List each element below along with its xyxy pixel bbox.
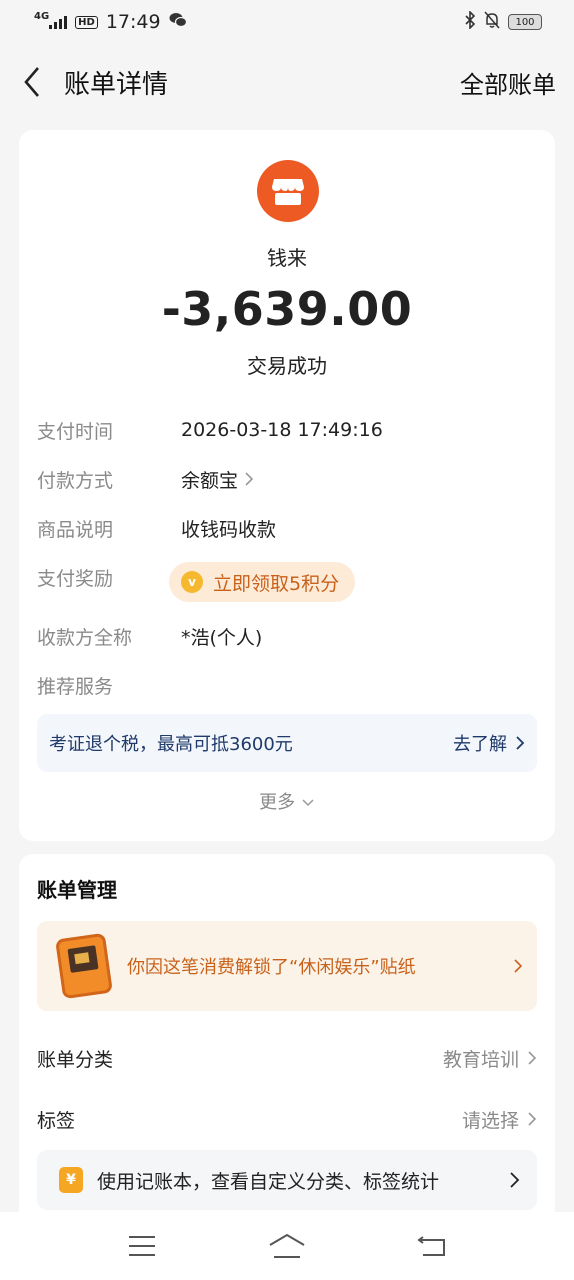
- home-button[interactable]: [257, 1226, 317, 1266]
- reward-label: 立即领取5积分: [213, 572, 340, 595]
- detail-label: 付款方式: [37, 469, 114, 492]
- chevron-down-icon: [302, 799, 314, 807]
- tax-banner-text: 考证退个税，最高可抵3600元: [49, 734, 293, 755]
- detail-row-recommended: 推荐服务: [37, 670, 537, 700]
- detail-row-pay-method[interactable]: 付款方式 余额宝: [37, 464, 537, 494]
- points-coin-icon: v: [181, 571, 203, 593]
- store-icon: [272, 179, 304, 205]
- back-nav-button[interactable]: [402, 1226, 462, 1266]
- tax-refund-banner[interactable]: 考证退个税，最高可抵3600元 去了解: [37, 714, 537, 772]
- detail-value: *浩(个人): [181, 626, 263, 649]
- tag-label: 标签: [37, 1109, 76, 1132]
- chevron-right-icon: [516, 736, 525, 750]
- detail-label: 支付奖励: [37, 568, 114, 590]
- game-console-sticker-icon: [55, 932, 113, 1000]
- chevron-right-icon: [528, 1112, 537, 1126]
- bill-category-value: 教育培训: [442, 1048, 519, 1071]
- detail-value: 余额宝: [181, 469, 239, 492]
- network-label: 4G: [34, 10, 50, 22]
- bluetooth-icon: [464, 10, 476, 33]
- menu-icon: [129, 1236, 156, 1256]
- detail-row-pay-time: 支付时间 2026-03-18 17:49:16: [37, 415, 537, 445]
- chevron-right-icon: [245, 472, 254, 486]
- transaction-status: 交易成功: [247, 354, 327, 378]
- transaction-amount: -3,639.00: [161, 282, 413, 336]
- bookkeeping-text: 使用记账本，查看自定义分类、标签统计: [97, 1170, 440, 1193]
- sticker-banner-text: 你因这笔消费解锁了“休闲娱乐”贴纸: [127, 957, 416, 978]
- tag-value: 请选择: [461, 1109, 519, 1132]
- app-header: 账单详情 全部账单: [0, 50, 574, 114]
- bill-management-card: 账单管理 你因这笔消费解锁了“休闲娱乐”贴纸 账单分类 教育培训 标签 请选择 …: [19, 854, 555, 1224]
- status-bar: 4G HD 17:49 100: [0, 0, 574, 44]
- mute-icon: [484, 11, 500, 33]
- chevron-right-icon: [514, 959, 523, 973]
- tax-banner-link: 去了解: [453, 734, 507, 755]
- detail-row-reward: 支付奖励 v 立即领取5积分: [37, 562, 537, 602]
- hd-icon: HD: [75, 15, 98, 29]
- wechat-icon: [169, 11, 187, 33]
- page-title: 账单详情: [64, 69, 169, 100]
- bookkeeping-icon: ¥: [59, 1167, 83, 1193]
- return-icon: [416, 1236, 445, 1256]
- detail-value: 2026-03-18 17:49:16: [181, 419, 383, 441]
- bookkeeping-banner[interactable]: ¥ 使用记账本，查看自定义分类、标签统计: [37, 1150, 537, 1210]
- back-button[interactable]: [18, 62, 46, 102]
- chevron-right-icon: [510, 1172, 520, 1188]
- detail-row-description: 商品说明 收钱码收款: [37, 513, 537, 543]
- merchant-name: 钱来: [267, 246, 307, 270]
- transaction-card: 钱来 -3,639.00 交易成功 支付时间 2026-03-18 17:49:…: [19, 130, 555, 841]
- merchant-logo: [257, 160, 319, 222]
- battery-icon: 100: [508, 14, 542, 30]
- more-label: 更多: [259, 792, 296, 813]
- detail-label: 推荐服务: [37, 675, 114, 698]
- detail-label: 收款方全称: [37, 626, 133, 649]
- detail-value: 收钱码收款: [181, 518, 277, 541]
- claim-points-button[interactable]: v 立即领取5积分: [169, 562, 356, 602]
- bill-category-row[interactable]: 账单分类 教育培训: [37, 1038, 537, 1078]
- chevron-left-icon: [24, 67, 39, 97]
- all-bills-link[interactable]: 全部账单: [460, 65, 556, 100]
- chevron-right-icon: [528, 1051, 537, 1065]
- more-button[interactable]: 更多: [19, 788, 555, 814]
- status-time: 17:49: [105, 11, 161, 33]
- tag-row[interactable]: 标签 请选择: [37, 1099, 537, 1139]
- home-icon: [269, 1233, 305, 1258]
- sticker-banner[interactable]: 你因这笔消费解锁了“休闲娱乐”贴纸: [37, 921, 537, 1011]
- menu-button[interactable]: [112, 1226, 172, 1266]
- detail-label: 支付时间: [37, 420, 114, 443]
- detail-label: 商品说明: [37, 518, 114, 541]
- detail-row-payee: 收款方全称 *浩(个人): [37, 621, 537, 651]
- system-nav-bar: [0, 1212, 574, 1280]
- bill-category-label: 账单分类: [37, 1048, 114, 1071]
- section-title: 账单管理: [37, 878, 117, 902]
- signal-icon: [49, 15, 68, 29]
